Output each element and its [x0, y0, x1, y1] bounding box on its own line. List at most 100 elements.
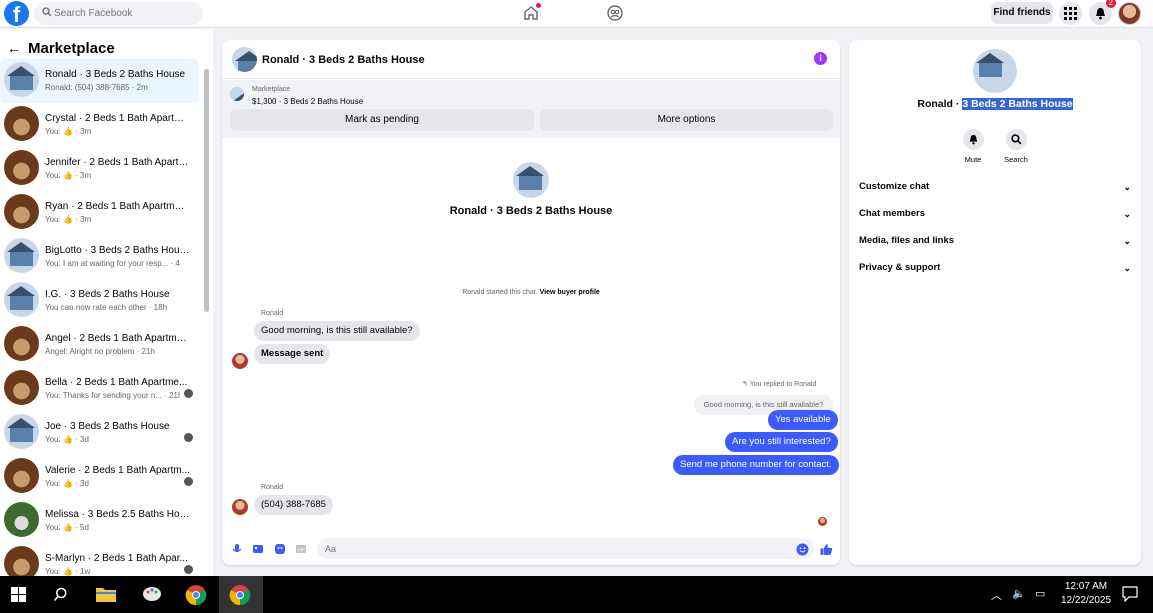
thumbs-up-icon[interactable] [820, 543, 833, 556]
paint-app-button[interactable] [130, 576, 174, 613]
mark-as-pending-button[interactable]: Mark as pending [230, 109, 534, 131]
conversation-item[interactable]: Ryan · 2 Beds 1 Bath Apartment/... You: 👍… [0, 191, 199, 235]
conversation-item[interactable]: Valerie · 2 Beds 1 Bath Apartm... You: 👍 … [0, 455, 199, 499]
conversation-item[interactable]: Melissa · 3 Beds 2.5 Baths House You: 👍 ·… [0, 499, 199, 543]
find-friends-button[interactable]: Find friends [991, 2, 1053, 24]
conversation-preview: You: Thanks for sending your n... · 21h [45, 391, 180, 400]
chat-title[interactable]: Ronald · 3 Beds 2 Baths House [262, 54, 425, 66]
conversation-preview: You: 👍 · 3m [45, 215, 92, 224]
conversation-item[interactable]: S-Marlyn · 2 Beds 1 Bath Apar... You: 👍 ·… [0, 543, 199, 576]
more-options-button[interactable]: More options [540, 109, 833, 131]
outgoing-message[interactable]: Send me phone number for contact. [673, 455, 839, 475]
conversation-avatar [4, 326, 39, 361]
windows-icon [11, 587, 26, 602]
view-buyer-profile-link[interactable]: View buyer profile [540, 289, 600, 296]
bell-icon [1096, 8, 1105, 20]
conversation-item[interactable]: I.G. · 3 Beds 2 Baths House You can now r… [0, 279, 199, 323]
chat-avatar[interactable] [232, 47, 257, 72]
folder-icon [96, 588, 116, 602]
search-input[interactable] [54, 2, 199, 25]
back-arrow-icon[interactable]: ← [7, 40, 21, 56]
conversation-name: Melissa · 3 Beds 2.5 Baths House [45, 509, 190, 520]
notification-count-badge: 2 [1105, 0, 1116, 8]
conversation-avatar [4, 546, 39, 576]
conversation-item[interactable]: Angel · 2 Beds 1 Bath Apartment... Angel:… [0, 323, 199, 367]
profile-avatar[interactable] [1118, 2, 1141, 25]
incoming-message[interactable]: Message sent [254, 344, 331, 364]
conversation-name: Bella · 2 Beds 1 Bath Apartme... [45, 377, 188, 388]
mute-button[interactable]: Mute [953, 129, 993, 164]
svg-text:GIF: GIF [297, 548, 305, 554]
chat-panel: Ronald · 3 Beds 2 Baths House i Marketpl… [222, 40, 840, 565]
section-media-files-links[interactable]: Media, files and links ⌄ [859, 231, 1134, 251]
taskbar-search-button[interactable] [40, 576, 84, 613]
conversation-item[interactable]: Bella · 2 Beds 1 Bath Apartme... You: Tha… [0, 367, 199, 411]
sender-avatar[interactable] [232, 499, 248, 515]
section-label: Chat members [859, 208, 925, 219]
conversation-name: S-Marlyn · 2 Beds 1 Bath Apar... [45, 553, 188, 564]
search-bar[interactable] [34, 2, 203, 25]
chevron-down-icon: ⌄ [1123, 209, 1131, 219]
conversation-item[interactable]: Joe · 3 Beds 2 Baths House You: 👍 · 3d [0, 411, 199, 455]
gif-icon[interactable]: GIF [295, 543, 307, 555]
top-navigation-bar: f Find friends 2 [0, 0, 1153, 28]
chevron-up-icon[interactable]: ︿ [991, 587, 1002, 603]
info-icon[interactable]: i [814, 52, 827, 65]
incoming-message[interactable]: (504) 388-7685 [254, 495, 333, 515]
bell-icon [969, 134, 977, 145]
conversation-name: I.G. · 3 Beds 2 Baths House [45, 289, 170, 300]
reply-note-text: You replied to Ronald [749, 381, 817, 388]
incoming-message[interactable]: Good morning, is this still available? [254, 321, 420, 341]
conversation-item[interactable]: Ronald · 3 Beds 2 Baths House Ronald: (50… [0, 59, 199, 103]
conversation-avatar [4, 106, 39, 141]
conversation-item[interactable]: Crystal · 2 Beds 1 Bath Apartme... You: 👍… [0, 103, 199, 147]
conversation-preview: You: 👍 · 3m [45, 127, 92, 136]
start-button[interactable] [0, 576, 44, 613]
network-icon[interactable]: ▭ [1035, 587, 1045, 600]
outgoing-message[interactable]: Yes available [768, 410, 838, 430]
conversation-name: Ryan · 2 Beds 1 Bath Apartment/... [45, 201, 190, 212]
conversation-item[interactable]: Jennifer · 2 Beds 1 Bath Apartme... You: … [0, 147, 199, 191]
section-privacy-support[interactable]: Privacy & support ⌄ [859, 258, 1134, 278]
message-input[interactable] [317, 538, 814, 559]
notification-center-icon[interactable] [1122, 586, 1138, 602]
conversation-list: Ronald · 3 Beds 2 Baths House Ronald: (50… [0, 59, 201, 576]
notifications-button[interactable]: 2 [1089, 0, 1116, 25]
conversation-avatar [4, 414, 39, 449]
taskbar-clock[interactable]: 12:07 AM 12/22/2025 [1058, 580, 1114, 608]
sticker-icon[interactable] [274, 543, 286, 555]
photo-icon[interactable] [252, 543, 264, 555]
section-chat-members[interactable]: Chat members ⌄ [859, 204, 1134, 224]
conversation-name: Joe · 3 Beds 2 Baths House [45, 421, 170, 432]
seen-indicator-avatar [184, 389, 193, 398]
section-customize-chat[interactable]: Customize chat ⌄ [859, 177, 1134, 197]
chat-started-note: Ronald started this chat. View buyer pro… [222, 289, 840, 296]
conversation-item[interactable]: BigLotto · 3 Beds 2 Baths House You: I am… [0, 235, 199, 279]
volume-icon[interactable]: 🔈 [1012, 587, 1026, 600]
menu-grid-button[interactable] [1059, 2, 1082, 25]
conversation-avatar [4, 458, 39, 493]
file-explorer-button[interactable] [84, 576, 128, 613]
paint-palette-icon [143, 587, 161, 601]
clock-time: 12:07 AM [1064, 581, 1108, 592]
home-icon[interactable] [522, 3, 541, 22]
search-conversation-button[interactable]: Search [996, 129, 1036, 164]
chevron-down-icon: ⌄ [1123, 182, 1131, 192]
sidebar-scrollbar[interactable] [204, 69, 209, 312]
conversation-name: Ronald · 3 Beds 2 Baths House [45, 69, 186, 80]
conversation-hero-title: Ronald · 3 Beds 2 Baths House [449, 205, 613, 217]
conversation-preview: Angel: Alright no problem · 21h [45, 347, 155, 356]
facebook-logo-icon[interactable]: f [4, 1, 29, 26]
groups-icon[interactable] [606, 4, 624, 22]
chrome-profile-1-button[interactable] [175, 576, 219, 613]
details-avatar[interactable] [973, 49, 1017, 93]
sender-avatar[interactable] [232, 353, 248, 369]
microphone-icon[interactable] [231, 543, 243, 555]
details-name-highlighted: 3 Beds 2 Baths House [962, 98, 1073, 110]
listing-thumbnail[interactable] [230, 87, 244, 101]
emoji-icon[interactable] [796, 543, 809, 556]
listing-banner: Marketplace $1,300 · 3 Beds 2 Baths Hous… [222, 80, 840, 138]
chrome-profile-2-button[interactable] [219, 576, 263, 613]
outgoing-message[interactable]: Are you still interested? [725, 432, 838, 452]
listing-price[interactable]: $1,300 · 3 Beds 2 Baths House [252, 97, 363, 106]
